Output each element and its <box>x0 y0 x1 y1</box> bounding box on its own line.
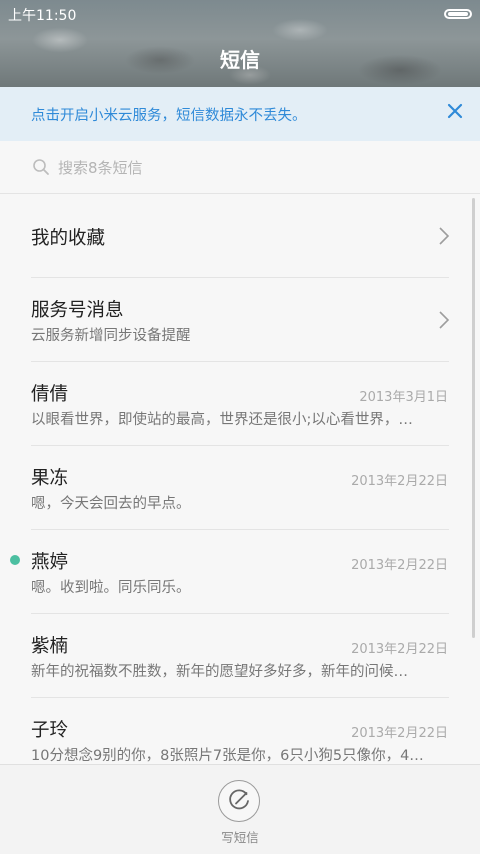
list-item-name: 紫楠 <box>31 636 69 657</box>
list-item-name: 我的收藏 <box>31 228 106 249</box>
list-item-name: 倩倩 <box>31 384 69 405</box>
list-item[interactable]: 燕婷 2013年2月22日 嗯。收到啦。同乐同乐。 <box>0 530 480 614</box>
search-bar[interactable]: 搜索8条短信 <box>0 141 480 194</box>
list-item[interactable]: 果冻 2013年2月22日 嗯，今天会回去的早点。 <box>0 446 480 530</box>
compose-label[interactable]: 写短信 <box>0 827 480 846</box>
banner-text[interactable]: 点击开启小米云服务，短信数据永不丢失。 <box>31 104 307 125</box>
cloud-banner[interactable]: 点击开启小米云服务，短信数据永不丢失。 <box>0 87 480 141</box>
status-time: 上午11:50 <box>8 8 77 24</box>
list-item-date: 2013年2月22日 <box>351 558 448 573</box>
list-item-preview: 嗯，今天会回去的早点。 <box>31 496 191 512</box>
list-item-date: 2013年2月22日 <box>351 642 448 657</box>
list-item-date: 2013年2月22日 <box>351 726 448 741</box>
list-item-date: 2013年3月1日 <box>359 390 448 405</box>
header: 上午11:50 短信 <box>0 0 480 87</box>
list-item-preview: 新年的祝福数不胜数，新年的愿望好多好多，新年的问候… <box>31 664 408 680</box>
search-input[interactable]: 搜索8条短信 <box>58 157 143 178</box>
compose-button[interactable] <box>218 780 260 822</box>
bottom-bar: 写短信 <box>0 764 480 854</box>
scrollbar[interactable] <box>472 198 475 638</box>
list-item-name: 燕婷 <box>31 552 69 573</box>
list-item-name: 果冻 <box>31 468 69 489</box>
list-item-service[interactable]: 服务号消息 云服务新增同步设备提醒 <box>0 278 480 362</box>
chevron-right-icon <box>439 311 450 329</box>
chevron-right-icon <box>439 227 450 245</box>
unread-dot <box>10 555 20 565</box>
list-item-name: 子玲 <box>31 720 69 741</box>
battery-icon <box>444 9 472 19</box>
list-item-date: 2013年2月22日 <box>351 474 448 489</box>
list-item-preview: 以眼看世界，即使站的最高，世界还是很小;以心看世界，… <box>31 412 413 428</box>
list-item-preview: 嗯。收到啦。同乐同乐。 <box>31 580 191 596</box>
page-title: 短信 <box>220 48 260 72</box>
compose-icon <box>229 789 249 810</box>
close-icon[interactable] <box>446 102 464 120</box>
message-list: 我的收藏 服务号消息 云服务新增同步设备提醒 倩倩 2013年3月1日 以眼看世… <box>0 194 480 764</box>
list-item[interactable]: 子玲 2013年2月22日 10分想念9别的你，8张照片7张是你，6只小狗5只像… <box>0 698 480 764</box>
list-item-favorites[interactable]: 我的收藏 <box>0 194 480 278</box>
list-item[interactable]: 倩倩 2013年3月1日 以眼看世界，即使站的最高，世界还是很小;以心看世界，… <box>0 362 480 446</box>
search-icon <box>33 159 49 175</box>
list-item[interactable]: 紫楠 2013年2月22日 新年的祝福数不胜数，新年的愿望好多好多，新年的问候… <box>0 614 480 698</box>
list-item-preview: 云服务新增同步设备提醒 <box>31 328 191 344</box>
list-item-name: 服务号消息 <box>31 300 124 321</box>
list-item-preview: 10分想念9别的你，8张照片7张是你，6只小狗5只像你，4… <box>31 748 424 764</box>
